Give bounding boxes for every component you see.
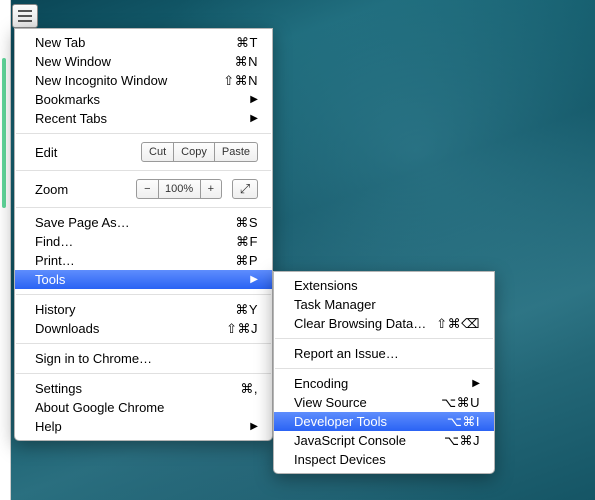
menu-item-help[interactable]: Help ▶ [15,417,272,436]
shortcut: ⌘Y [235,302,258,318]
menu-item-new-window[interactable]: New Window ⌘N [15,52,272,71]
menu-item-recent-tabs[interactable]: Recent Tabs ▶ [15,109,272,128]
submenu-arrow-icon: ▶ [472,378,480,389]
shortcut: ⌥⌘I [447,414,480,430]
label: Print… [35,253,235,268]
label: Zoom [35,182,136,197]
paste-button[interactable]: Paste [215,142,258,162]
menu-item-save-page[interactable]: Save Page As… ⌘S [15,213,272,232]
shortcut: ⇧⌘N [223,73,258,89]
shortcut: ⌘S [235,215,258,231]
submenu-arrow-icon: ▶ [250,274,258,285]
label: Save Page As… [35,215,235,230]
menu-item-zoom: Zoom − 100% + [15,176,272,202]
shortcut: ⌘F [236,234,258,250]
menu-item-about[interactable]: About Google Chrome [15,398,272,417]
fullscreen-button[interactable] [232,179,258,199]
menu-item-downloads[interactable]: Downloads ⇧⌘J [15,319,272,338]
copy-button[interactable]: Copy [174,142,215,162]
shortcut: ⌘, [240,381,258,397]
menu-item-new-tab[interactable]: New Tab ⌘T [15,33,272,52]
submenu-item-js-console[interactable]: JavaScript Console ⌥⌘J [274,431,494,450]
label: Inspect Devices [294,452,480,467]
label: About Google Chrome [35,400,258,415]
shortcut: ⌥⌘U [441,395,480,411]
label: New Tab [35,35,236,50]
label: Clear Browsing Data… [294,316,436,331]
menu-item-find[interactable]: Find… ⌘F [15,232,272,251]
hamburger-menu-button[interactable] [12,4,38,28]
submenu-arrow-icon: ▶ [250,421,258,432]
submenu-item-clear-browsing[interactable]: Clear Browsing Data… ⇧⌘⌫ [274,314,494,333]
submenu-item-developer-tools[interactable]: Developer Tools ⌥⌘I [274,412,494,431]
shortcut: ⌘T [236,35,258,51]
zoom-out-button[interactable]: − [136,179,158,199]
menu-item-new-incognito[interactable]: New Incognito Window ⇧⌘N [15,71,272,90]
submenu-item-report-issue[interactable]: Report an Issue… [274,344,494,363]
label: Developer Tools [294,414,447,429]
label: Bookmarks [35,92,250,107]
shortcut: ⌘N [235,54,258,70]
zoom-button-group: − 100% + [136,179,222,199]
separator [16,343,271,344]
zoom-value: 100% [159,179,201,199]
submenu-item-view-source[interactable]: View Source ⌥⌘U [274,393,494,412]
label: Report an Issue… [294,346,480,361]
label: JavaScript Console [294,433,444,448]
edit-button-group: Cut Copy Paste [141,142,258,162]
label: Edit [35,145,141,160]
submenu-item-extensions[interactable]: Extensions [274,276,494,295]
separator [16,373,271,374]
shortcut: ⇧⌘J [226,321,258,337]
label: Help [35,419,250,434]
separator [275,338,493,339]
shortcut: ⇧⌘⌫ [436,316,480,332]
separator [16,170,271,171]
zoom-in-button[interactable]: + [201,179,222,199]
separator [16,294,271,295]
separator [16,133,271,134]
label: New Window [35,54,235,69]
separator [275,368,493,369]
submenu-item-inspect-devices[interactable]: Inspect Devices [274,450,494,469]
cut-button[interactable]: Cut [141,142,174,162]
shortcut: ⌥⌘J [444,433,480,449]
label: Encoding [294,376,472,391]
shortcut: ⌘P [235,253,258,269]
submenu-item-encoding[interactable]: Encoding ▶ [274,374,494,393]
label: Tools [35,272,250,287]
label: Sign in to Chrome… [35,351,258,366]
menu-item-print[interactable]: Print… ⌘P [15,251,272,270]
label: Find… [35,234,236,249]
label: History [35,302,235,317]
label: Task Manager [294,297,480,312]
fullscreen-icon [240,181,250,197]
menu-item-sign-in[interactable]: Sign in to Chrome… [15,349,272,368]
label: New Incognito Window [35,73,223,88]
menu-item-edit: Edit Cut Copy Paste [15,139,272,165]
menu-item-tools[interactable]: Tools ▶ [15,270,272,289]
submenu-arrow-icon: ▶ [250,113,258,124]
separator [16,207,271,208]
submenu-item-task-manager[interactable]: Task Manager [274,295,494,314]
chrome-main-menu: New Tab ⌘T New Window ⌘N New Incognito W… [14,28,273,441]
menu-item-bookmarks[interactable]: Bookmarks ▶ [15,90,272,109]
browser-edge [0,0,11,500]
label: Downloads [35,321,226,336]
tools-submenu: Extensions Task Manager Clear Browsing D… [273,271,495,474]
label: View Source [294,395,441,410]
menu-item-history[interactable]: History ⌘Y [15,300,272,319]
label: Extensions [294,278,480,293]
label: Settings [35,381,240,396]
submenu-arrow-icon: ▶ [250,94,258,105]
menu-item-settings[interactable]: Settings ⌘, [15,379,272,398]
label: Recent Tabs [35,111,250,126]
